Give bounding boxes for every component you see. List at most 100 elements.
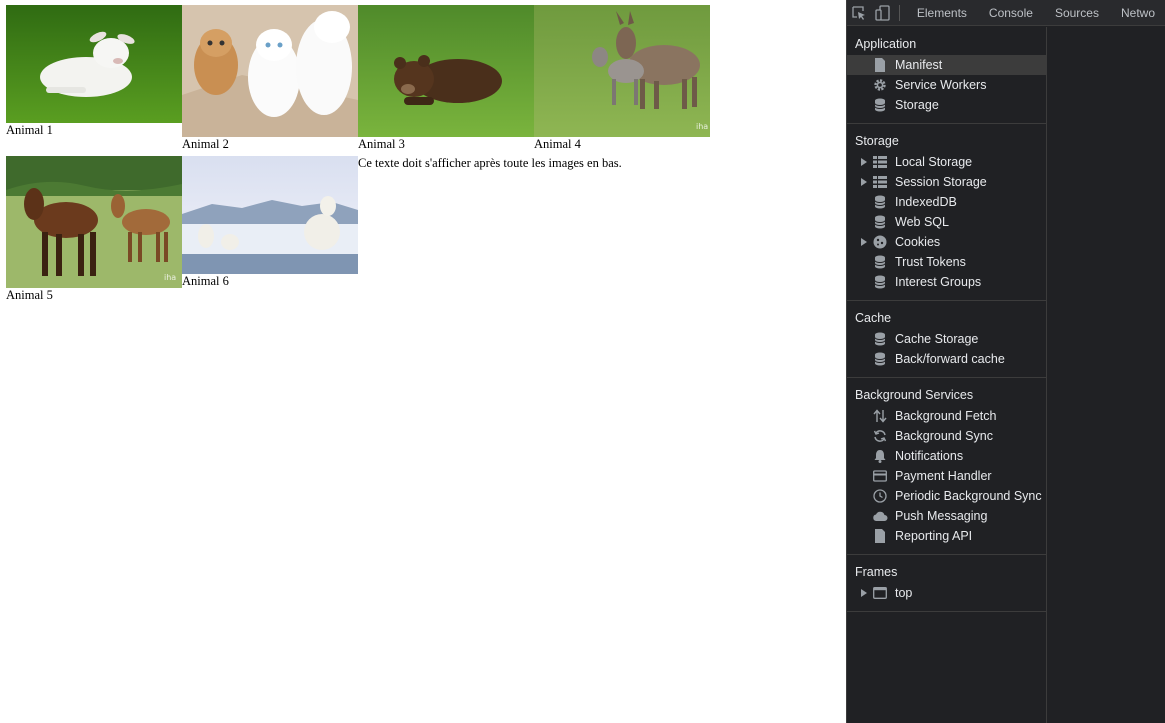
sidebar-item-top[interactable]: top — [847, 583, 1046, 603]
sidebar-item-label: top — [895, 586, 913, 600]
sidebar-item-label: Web SQL — [895, 215, 949, 229]
sidebar-item-reporting-api[interactable]: Reporting API — [847, 526, 1046, 546]
tab-sources[interactable]: Sources — [1044, 0, 1110, 25]
figure-animal-6: Animal 6 — [182, 156, 358, 288]
sidebar-item-service-workers[interactable]: Service Workers — [847, 75, 1046, 95]
animal-2-image — [182, 5, 358, 137]
sidebar-item-session-storage[interactable]: Session Storage — [847, 172, 1046, 192]
sidebar-item-trust-tokens[interactable]: Trust Tokens — [847, 252, 1046, 272]
sidebar-item-label: Back/forward cache — [895, 352, 1005, 366]
section-frames: Frames top — [847, 562, 1046, 612]
expand-arrow-icon[interactable] — [859, 178, 869, 186]
cookie-icon — [871, 234, 889, 250]
toolbar-divider — [899, 4, 900, 21]
svg-text:iha: iha — [696, 122, 708, 131]
sidebar-item-label: Periodic Background Sync — [895, 489, 1042, 503]
devtools-toolbar: Elements Console Sources Netwo — [847, 0, 1165, 26]
svg-text:iha: iha — [164, 273, 176, 282]
document-icon — [871, 528, 889, 544]
section-title: Storage — [855, 134, 899, 148]
sidebar-item-storage[interactable]: Storage — [847, 95, 1046, 115]
section-title: Background Services — [855, 388, 974, 402]
sidebar-item-label: Reporting API — [895, 529, 973, 543]
tab-elements[interactable]: Elements — [906, 0, 978, 25]
section-title: Frames — [855, 565, 898, 579]
database-icon — [871, 351, 889, 367]
sidebar-item-notifications[interactable]: Notifications — [847, 446, 1046, 466]
database-icon — [871, 214, 889, 230]
gear-icon — [871, 77, 889, 93]
cloud-icon — [871, 508, 889, 524]
animal-6-caption: Animal 6 — [182, 274, 229, 288]
bell-icon — [871, 448, 889, 464]
sidebar-item-payment-handler[interactable]: Payment Handler — [847, 466, 1046, 486]
sidebar-item-push-messaging[interactable]: Push Messaging — [847, 506, 1046, 526]
section-background-services: Background Services Background Fetch Backg… — [847, 385, 1046, 555]
device-toolbar-icon[interactable] — [871, 0, 895, 25]
sync-icon — [871, 428, 889, 444]
expand-arrow-icon[interactable] — [859, 238, 869, 246]
sidebar-item-label: Background Fetch — [895, 409, 997, 423]
sidebar-item-web-sql[interactable]: Web SQL — [847, 212, 1046, 232]
grid-icon — [871, 154, 889, 170]
sidebar-item-periodic-background-sync[interactable]: Periodic Background Sync — [847, 486, 1046, 506]
tab-console[interactable]: Console — [978, 0, 1044, 25]
sidebar-item-label: IndexedDB — [895, 195, 957, 209]
expand-arrow-icon[interactable] — [859, 158, 869, 166]
animal-4-image: iha — [534, 5, 710, 137]
sidebar-item-background-fetch[interactable]: Background Fetch — [847, 406, 1046, 426]
sidebar-item-manifest[interactable]: Manifest — [847, 55, 1046, 75]
animal-6-image — [182, 156, 358, 274]
animal-1-caption: Animal 1 — [6, 123, 53, 137]
sidebar-item-label: Local Storage — [895, 155, 973, 169]
animal-5-image: iha — [6, 156, 182, 288]
sidebar-item-label: Session Storage — [895, 175, 987, 189]
sidebar-item-label: Notifications — [895, 449, 964, 463]
document-icon — [871, 57, 889, 73]
clock-icon — [871, 488, 889, 504]
animal-5-caption: Animal 5 — [6, 288, 53, 302]
application-main-pane — [1048, 27, 1165, 723]
sidebar-item-background-sync[interactable]: Background Sync — [847, 426, 1046, 446]
expand-arrow-icon[interactable] — [859, 589, 869, 597]
sidebar-item-back-forward-cache[interactable]: Back/forward cache — [847, 349, 1046, 369]
figure-animal-3: Animal 3 — [358, 5, 534, 151]
application-sidebar: Application Manifest Service Workers Storag… — [847, 27, 1047, 723]
sidebar-item-label: Payment Handler — [895, 469, 992, 483]
animal-1-image — [6, 5, 182, 123]
sidebar-item-cache-storage[interactable]: Cache Storage — [847, 329, 1046, 349]
database-icon — [871, 331, 889, 347]
animal-3-image — [358, 5, 534, 137]
figure-animal-2: Animal 2 — [182, 5, 358, 151]
sidebar-item-indexeddb[interactable]: IndexedDB — [847, 192, 1046, 212]
sidebar-item-label: Cookies — [895, 235, 941, 249]
section-application: Application Manifest Service Workers Storag… — [847, 34, 1046, 124]
database-icon — [871, 274, 889, 290]
sidebar-item-local-storage[interactable]: Local Storage — [847, 152, 1046, 172]
section-cache: Cache Cache Storage Back/forward cache — [847, 308, 1046, 378]
sidebar-item-label: Trust Tokens — [895, 255, 966, 269]
database-icon — [871, 254, 889, 270]
sidebar-item-label: Interest Groups — [895, 275, 982, 289]
sidebar-item-label: Manifest — [895, 58, 943, 72]
figure-animal-5: iha Animal 5 — [6, 156, 182, 302]
figure-animal-4: iha Animal 4 — [534, 5, 710, 151]
sidebar-item-label: Background Sync — [895, 429, 993, 443]
sidebar-item-cookies[interactable]: Cookies — [847, 232, 1046, 252]
frame-icon — [871, 585, 889, 601]
sidebar-item-label: Push Messaging — [895, 509, 988, 523]
grid-icon — [871, 174, 889, 190]
page-viewport: Animal 1 Animal 2 Animal 3 iha Animal 4 … — [0, 0, 846, 723]
figure-animal-1: Animal 1 — [6, 5, 182, 137]
animal-4-caption: Animal 4 — [534, 137, 581, 151]
database-icon — [871, 194, 889, 210]
after-images-text: Ce texte doit s'afficher après toute les… — [358, 156, 622, 170]
sidebar-item-label: Storage — [895, 98, 939, 112]
devtools-panel: Elements Console Sources Netwo Applicati… — [846, 0, 1165, 723]
sidebar-item-interest-groups[interactable]: Interest Groups — [847, 272, 1046, 292]
animal-3-caption: Animal 3 — [358, 137, 405, 151]
animal-2-caption: Animal 2 — [182, 137, 229, 151]
inspect-element-icon[interactable] — [847, 0, 871, 25]
section-title: Cache — [855, 311, 892, 325]
tab-network[interactable]: Netwo — [1110, 0, 1165, 25]
